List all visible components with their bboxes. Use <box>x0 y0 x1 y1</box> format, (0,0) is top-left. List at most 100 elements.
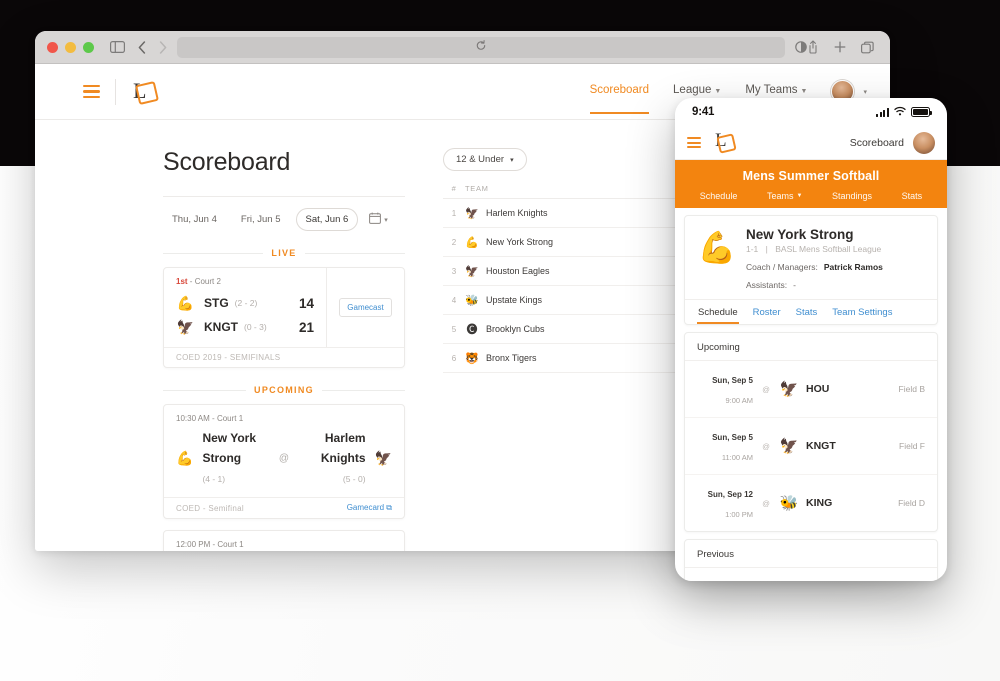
gamecast-button[interactable]: Gamecast <box>339 298 392 317</box>
minimize-window-button[interactable] <box>65 41 76 53</box>
tab-teams[interactable]: Teams ▼ <box>767 191 802 201</box>
coach-name: Patrick Ramos <box>823 262 883 272</box>
team-name: Harlem Knights <box>486 208 548 218</box>
nav-label: League <box>673 84 712 96</box>
away-team: Harlem Knights (5 - 0) 🦅 <box>299 428 392 488</box>
upcoming-game-card[interactable]: 10:30 AM - Court 1 💪 New York Strong (4 … <box>163 404 405 519</box>
team-name: New York Strong <box>486 237 554 247</box>
close-window-button[interactable] <box>47 41 58 53</box>
share-icon[interactable] <box>807 40 819 54</box>
list-item[interactable]: Sun, Sep 5 9:00 AM @ 🦅 HOU Field B <box>685 361 937 418</box>
opponent-abbr: KNGT <box>806 440 836 452</box>
assistants-value: - <box>793 280 796 290</box>
upcoming-game-card[interactable]: 12:00 PM - Court 1 🦅 Houston Eagles (2 -… <box>163 530 405 551</box>
back-icon[interactable] <box>138 40 146 54</box>
team-abbr: STG <box>204 296 229 310</box>
hamburger-icon[interactable] <box>83 84 100 99</box>
reload-icon[interactable] <box>476 40 487 54</box>
court-label: Court 2 <box>194 277 221 286</box>
new-tab-icon[interactable] <box>834 41 846 53</box>
hamburger-icon[interactable] <box>687 137 701 148</box>
meta-dash: - <box>212 414 215 423</box>
league-line: COED - Semifinal <box>176 503 244 513</box>
chevron-down-icon: ▾ <box>384 216 388 224</box>
team-logo-icon: 🐝 <box>779 495 799 512</box>
opponent-abbr: HOU <box>806 383 830 395</box>
live-game-card[interactable]: 1st - Court 2 💪 STG (2 - 2) 14 🦅 KNGT (0… <box>163 267 405 368</box>
field-label: Field F <box>899 441 925 451</box>
gamecard-link[interactable]: Gamecard ⧉ <box>347 503 392 513</box>
assistants-row: Assistants: - <box>746 280 925 290</box>
day-tab-fri[interactable]: Fri, Jun 5 <box>232 209 290 230</box>
app-logo[interactable]: L <box>713 130 739 155</box>
meta-dash: - <box>212 540 216 549</box>
address-bar[interactable] <box>177 36 785 58</box>
divider <box>163 252 264 254</box>
browser-titlebar <box>35 31 890 64</box>
team-logo-icon: 🐯 <box>465 352 479 365</box>
nav-item-league[interactable]: League ▼ <box>673 84 721 99</box>
app-logo[interactable]: L <box>131 78 161 106</box>
tabs-icon[interactable] <box>861 41 874 54</box>
coach-row: Coach / Managers: Patrick Ramos <box>746 262 925 272</box>
list-item[interactable]: Sun, Oct 281:00 PM @ 🐝 KING W6 - 4 <box>685 568 937 581</box>
upcoming-label: UPCOMING <box>254 385 314 395</box>
divider <box>304 252 405 254</box>
team-logo-icon: 🦅 <box>779 381 799 398</box>
game-meta: 10:30 AM - Court 1 <box>176 414 392 423</box>
team-score: 14 <box>298 295 314 311</box>
mobile-nav-bar: L Scoreboard <box>675 126 947 160</box>
nav-item-my-teams[interactable]: My Teams ▼ <box>745 84 807 99</box>
chevron-down-icon: ▼ <box>796 193 803 199</box>
cellular-signal-icon <box>876 107 889 117</box>
game-time: 1:00 PM <box>725 510 753 519</box>
day-tab-thu[interactable]: Thu, Jun 4 <box>163 209 226 230</box>
sidebar-icon[interactable] <box>110 41 125 53</box>
division-label: 12 & Under <box>456 154 505 165</box>
avatar[interactable] <box>913 131 935 154</box>
team-record: (2 - 2) <box>234 298 258 308</box>
assistants-label: Assistants: <box>746 280 788 290</box>
live-team-row: 💪 STG (2 - 2) 14 <box>176 291 314 315</box>
court-label: Court 1 <box>216 414 244 423</box>
rank-cell: 2 <box>443 227 465 257</box>
team-name: Houston Eagles <box>486 266 550 276</box>
tab-label: Schedule <box>699 191 738 201</box>
upcoming-games-card: Upcoming Sun, Sep 5 9:00 AM @ 🦅 HOU Field… <box>684 332 938 532</box>
nav-item-scoreboard[interactable]: Scoreboard <box>589 84 650 114</box>
division-filter-button[interactable]: 12 & Under ▾ <box>443 148 527 171</box>
external-link-icon: ⧉ <box>386 503 392 512</box>
mobile-nav-title: Scoreboard <box>849 136 904 149</box>
game-date: Sun, Sep 12 <box>707 490 753 499</box>
team-sub-tabs: Schedule Roster Stats Team Settings <box>685 299 937 324</box>
team-record: (0 - 3) <box>244 322 267 332</box>
game-time: 11:00 AM <box>721 453 753 462</box>
tab-stats[interactable]: Stats <box>902 191 923 201</box>
team-tab-schedule[interactable]: Schedule <box>697 300 739 324</box>
chevron-down-icon: ▾ <box>510 156 514 164</box>
tab-schedule[interactable]: Schedule <box>700 191 738 201</box>
list-item[interactable]: Sun, Sep 5 11:00 AM @ 🦅 KNGT Field F <box>685 418 937 475</box>
team-tab-roster[interactable]: Roster <box>752 300 782 324</box>
live-section-label: LIVE <box>163 248 405 258</box>
tab-standings[interactable]: Standings <box>832 191 872 201</box>
game-meta: 12:00 PM - Court 1 <box>176 540 392 549</box>
maximize-window-button[interactable] <box>83 41 94 53</box>
window-controls[interactable] <box>47 41 94 53</box>
team-tab-settings[interactable]: Team Settings <box>831 300 893 324</box>
previous-games-card: Previous Sun, Oct 281:00 PM @ 🐝 KING W6 … <box>684 539 938 581</box>
court-label: Court 1 <box>217 540 244 549</box>
team-logo-icon: 🅒 <box>466 324 478 336</box>
day-tab-sat[interactable]: Sat, Jun 6 <box>295 208 359 231</box>
team-logo-icon: 🦅 <box>374 449 392 466</box>
forward-icon[interactable] <box>159 40 167 54</box>
list-item[interactable]: Sun, Sep 12 1:00 PM @ 🐝 KING Field D <box>685 475 937 531</box>
team-tab-stats[interactable]: Stats <box>795 300 819 324</box>
chevron-down-icon: ▼ <box>800 88 808 95</box>
team-name: Brooklyn Cubs <box>486 324 545 334</box>
league-line: COED 2019 - SEMIFINALS <box>176 353 281 362</box>
previous-section-title: Previous <box>685 540 937 568</box>
reader-mode-icon[interactable] <box>795 41 807 53</box>
calendar-picker-button[interactable]: ▾ <box>369 211 388 229</box>
game-time: 12:00 PM <box>176 540 211 549</box>
